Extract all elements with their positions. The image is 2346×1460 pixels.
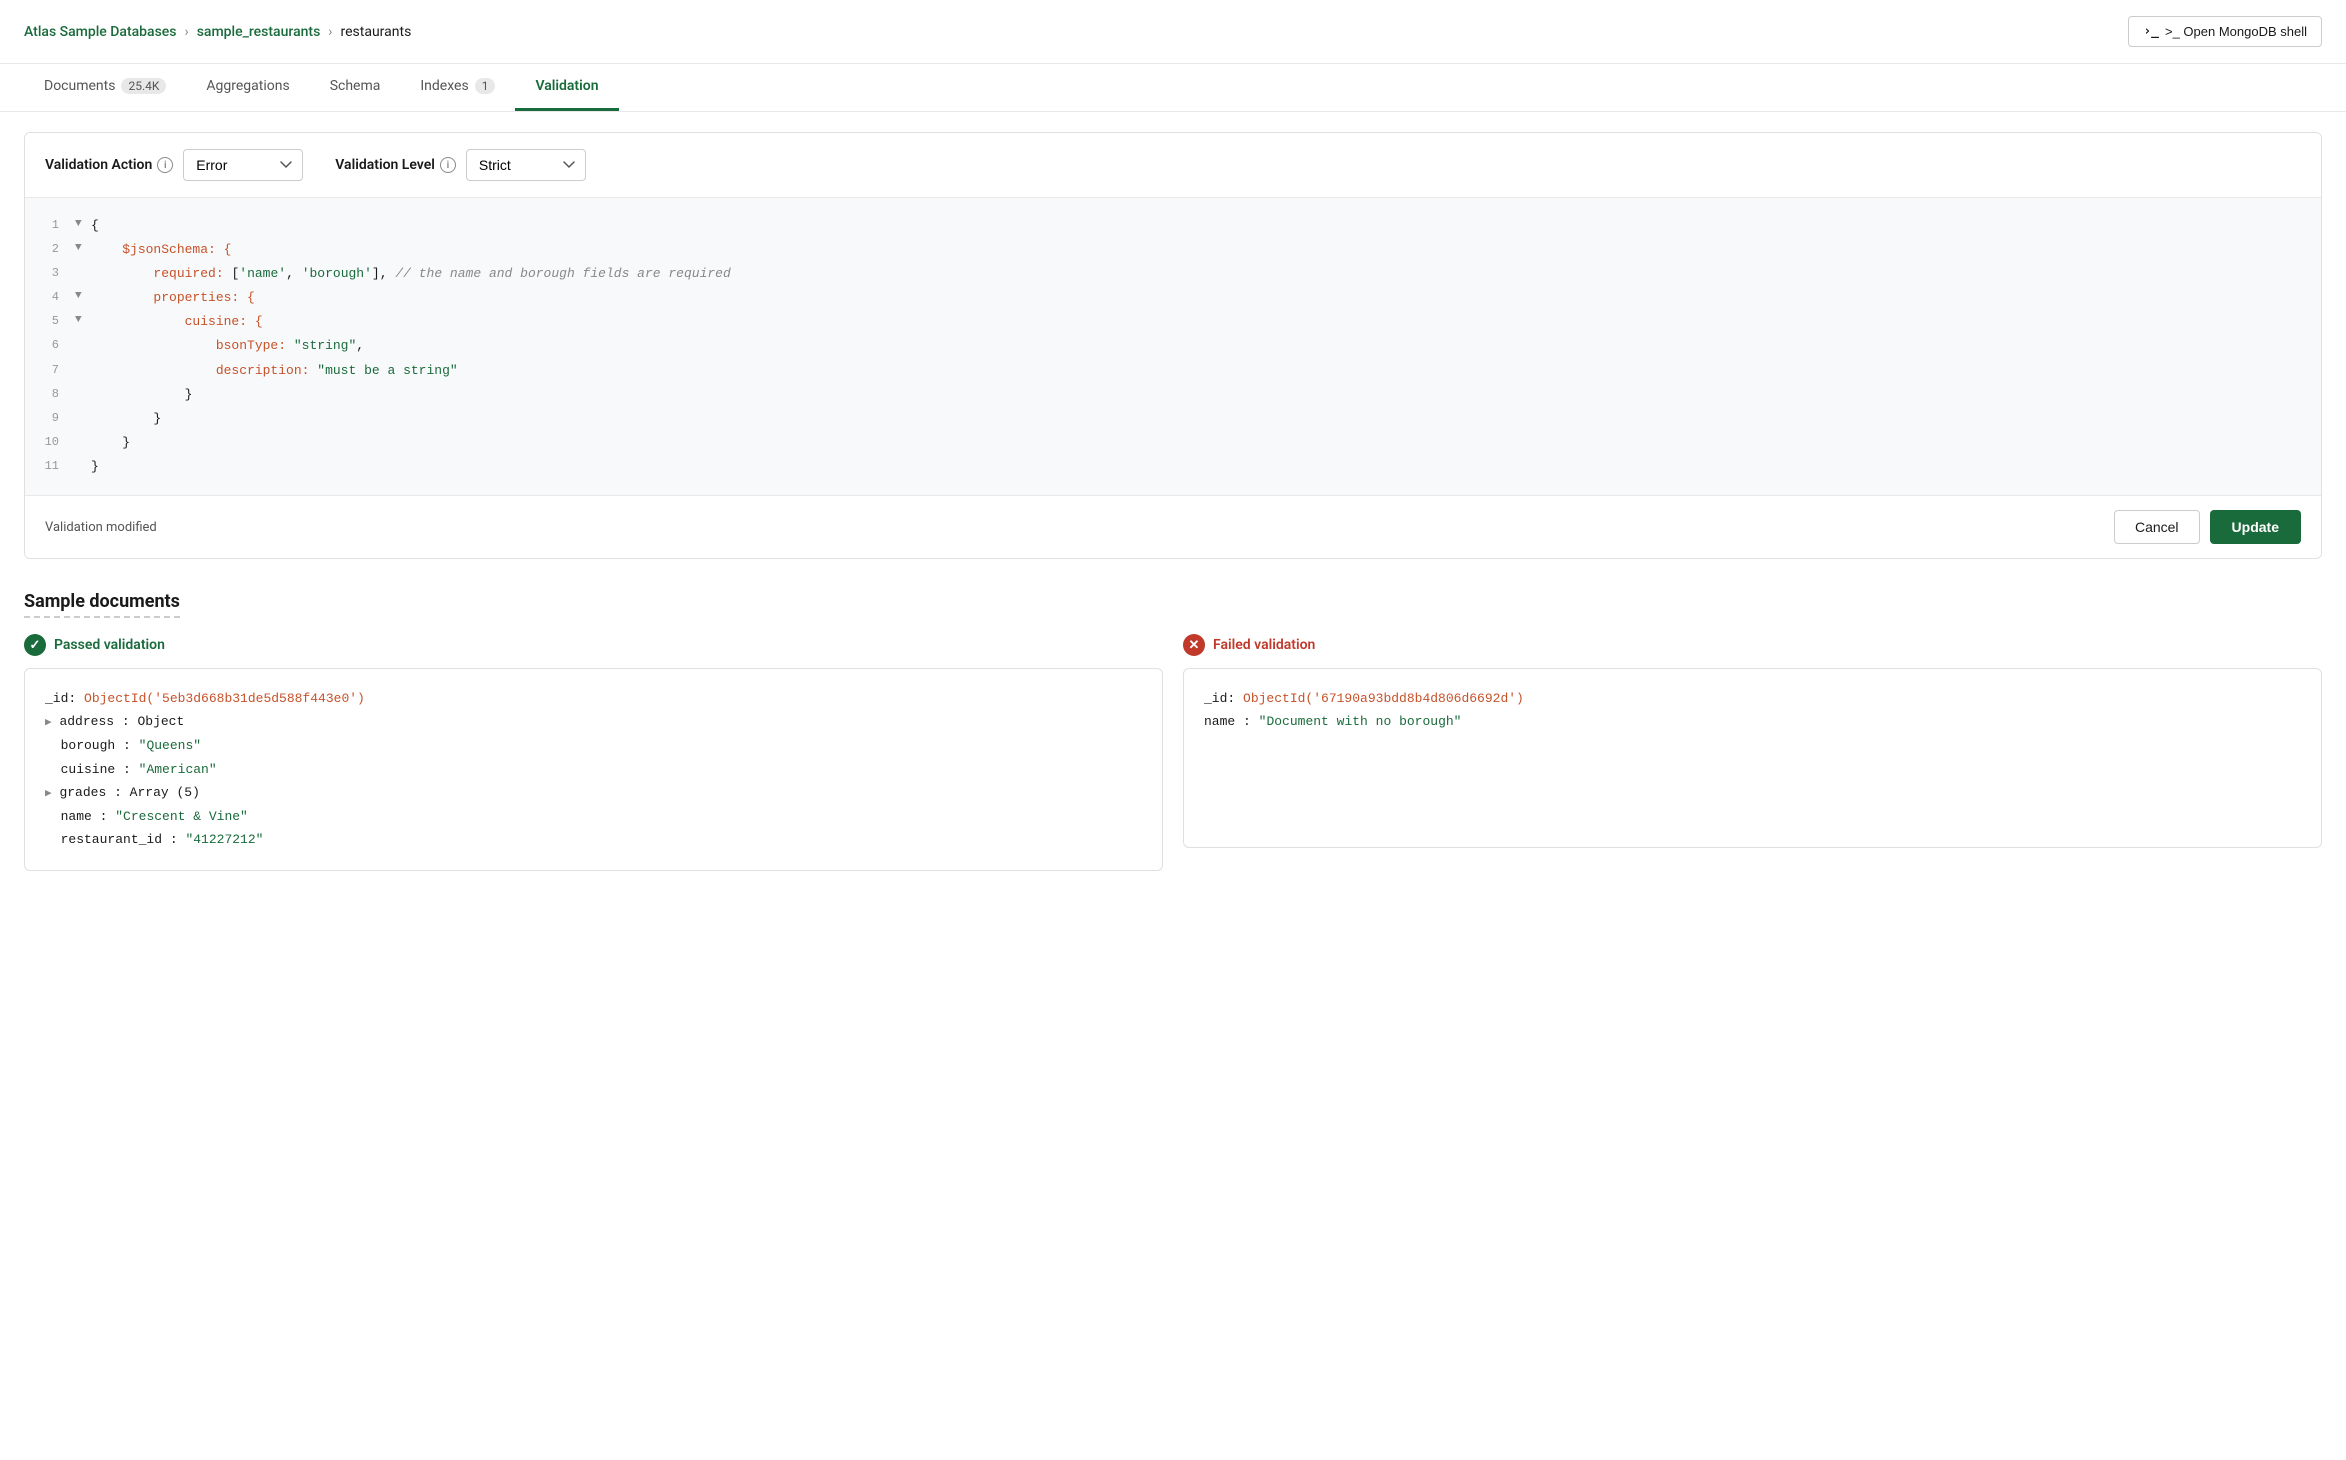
code-line-7: 7 description: "must be a string" bbox=[25, 359, 2321, 383]
sample-documents-title: Sample documents bbox=[24, 591, 180, 618]
line-content-7: description: "must be a string" bbox=[91, 360, 2321, 382]
failed-doc-id: _id: ObjectId('67190a93bdd8b4d806d6692d'… bbox=[1204, 687, 2301, 710]
line-content-2: $jsonSchema: { bbox=[91, 239, 2321, 261]
passed-doc-name: name : "Crescent & Vine" bbox=[45, 805, 1142, 828]
main-content: Validation Action i Error Warn Validatio… bbox=[0, 112, 2346, 891]
tab-indexes-label: Indexes bbox=[420, 78, 468, 94]
sample-documents-section: Sample documents ✓ Passed validation _id… bbox=[24, 591, 2322, 871]
line-num-5: 5 bbox=[25, 311, 75, 331]
footer-buttons: Cancel Update bbox=[2114, 510, 2301, 544]
code-line-2: 2 ▼ $jsonSchema: { bbox=[25, 238, 2321, 262]
code-line-10: 10 } bbox=[25, 431, 2321, 455]
tab-aggregations-label: Aggregations bbox=[206, 78, 289, 94]
line-num-7: 7 bbox=[25, 360, 75, 380]
action-info-icon[interactable]: i bbox=[157, 157, 173, 173]
tabs-bar: Documents 25.4K Aggregations Schema Inde… bbox=[0, 64, 2346, 112]
tab-documents-label: Documents bbox=[44, 78, 115, 94]
update-button[interactable]: Update bbox=[2210, 510, 2301, 544]
action-label: Validation Action i bbox=[45, 157, 173, 173]
failed-label: Failed validation bbox=[1213, 637, 1315, 653]
tab-schema[interactable]: Schema bbox=[310, 64, 401, 111]
level-label: Validation Level i bbox=[335, 157, 456, 173]
breadcrumb-part1[interactable]: Atlas Sample Databases bbox=[24, 24, 176, 40]
action-dropdown[interactable]: Error Warn bbox=[183, 149, 303, 181]
code-line-5: 5 ▼ cuisine: { bbox=[25, 310, 2321, 334]
line-content-4: properties: { bbox=[91, 287, 2321, 309]
breadcrumb-part2[interactable]: sample_restaurants bbox=[197, 24, 321, 40]
breadcrumb-sep2: › bbox=[328, 24, 332, 40]
passed-doc-address: ▶ address : Object bbox=[45, 710, 1142, 734]
breadcrumb-sep1: › bbox=[184, 24, 188, 40]
breadcrumb-part3: restaurants bbox=[341, 24, 412, 40]
tab-indexes[interactable]: Indexes 1 bbox=[400, 64, 515, 111]
failed-doc-name: name : "Document with no borough" bbox=[1204, 710, 2301, 733]
line-content-1: { bbox=[91, 215, 2321, 237]
line-num-2: 2 bbox=[25, 239, 75, 259]
code-line-11: 11 } bbox=[25, 455, 2321, 479]
passed-column: ✓ Passed validation _id: ObjectId('5eb3d… bbox=[24, 634, 1163, 871]
passed-doc-cuisine: cuisine : "American" bbox=[45, 758, 1142, 781]
code-line-3: 3 required: ['name', 'borough'], // the … bbox=[25, 262, 2321, 286]
level-control-group: Validation Level i Strict Moderate Off bbox=[335, 149, 586, 181]
code-line-4: 4 ▼ properties: { bbox=[25, 286, 2321, 310]
line-num-11: 11 bbox=[25, 456, 75, 476]
code-editor[interactable]: 1 ▼ { 2 ▼ $jsonSchema: { 3 required: ['n… bbox=[25, 198, 2321, 495]
code-line-6: 6 bsonType: "string", bbox=[25, 334, 2321, 358]
tab-schema-label: Schema bbox=[330, 78, 381, 94]
line-num-3: 3 bbox=[25, 263, 75, 283]
modified-status: Validation modified bbox=[45, 520, 157, 535]
line-toggle-1[interactable]: ▼ bbox=[75, 215, 91, 234]
tab-documents[interactable]: Documents 25.4K bbox=[24, 64, 186, 111]
failed-doc-card: _id: ObjectId('67190a93bdd8b4d806d6692d'… bbox=[1183, 668, 2322, 848]
failed-x-icon: ✕ bbox=[1183, 634, 1205, 656]
shell-icon: ›_ bbox=[2143, 24, 2159, 39]
open-shell-button[interactable]: ›_ >_ Open MongoDB shell bbox=[2128, 16, 2322, 47]
validation-footer: Validation modified Cancel Update bbox=[25, 495, 2321, 558]
line-num-6: 6 bbox=[25, 335, 75, 355]
passed-doc-id: _id: ObjectId('5eb3d668b31de5d588f443e0'… bbox=[45, 687, 1142, 710]
line-toggle-2[interactable]: ▼ bbox=[75, 239, 91, 258]
line-content-10: } bbox=[91, 432, 2321, 454]
breadcrumb: Atlas Sample Databases › sample_restaura… bbox=[24, 24, 411, 40]
sample-columns: ✓ Passed validation _id: ObjectId('5eb3d… bbox=[24, 634, 2322, 871]
line-content-6: bsonType: "string", bbox=[91, 335, 2321, 357]
passed-label: Passed validation bbox=[54, 637, 165, 653]
validation-controls: Validation Action i Error Warn Validatio… bbox=[25, 133, 2321, 198]
cancel-button[interactable]: Cancel bbox=[2114, 510, 2200, 544]
code-line-8: 8 } bbox=[25, 383, 2321, 407]
action-control-group: Validation Action i Error Warn bbox=[45, 149, 303, 181]
shell-button-label: >_ Open MongoDB shell bbox=[2165, 24, 2307, 39]
tab-aggregations[interactable]: Aggregations bbox=[186, 64, 309, 111]
tab-validation-label: Validation bbox=[535, 78, 598, 94]
line-num-4: 4 bbox=[25, 287, 75, 307]
level-info-icon[interactable]: i bbox=[440, 157, 456, 173]
code-line-9: 9 } bbox=[25, 407, 2321, 431]
line-num-8: 8 bbox=[25, 384, 75, 404]
line-toggle-5[interactable]: ▼ bbox=[75, 311, 91, 330]
passed-header: ✓ Passed validation bbox=[24, 634, 1163, 656]
failed-header: ✕ Failed validation bbox=[1183, 634, 2322, 656]
line-num-1: 1 bbox=[25, 215, 75, 235]
failed-column: ✕ Failed validation _id: ObjectId('67190… bbox=[1183, 634, 2322, 871]
line-toggle-4[interactable]: ▼ bbox=[75, 287, 91, 306]
line-content-5: cuisine: { bbox=[91, 311, 2321, 333]
validation-panel: Validation Action i Error Warn Validatio… bbox=[24, 132, 2322, 559]
code-line-1: 1 ▼ { bbox=[25, 214, 2321, 238]
passed-check-icon: ✓ bbox=[24, 634, 46, 656]
tab-validation[interactable]: Validation bbox=[515, 64, 618, 111]
line-content-3: required: ['name', 'borough'], // the na… bbox=[91, 263, 2321, 285]
passed-doc-card: _id: ObjectId('5eb3d668b31de5d588f443e0'… bbox=[24, 668, 1163, 871]
passed-doc-grades: ▶ grades : Array (5) bbox=[45, 781, 1142, 805]
tab-documents-badge: 25.4K bbox=[121, 78, 166, 94]
passed-doc-restaurant-id: restaurant_id : "41227212" bbox=[45, 828, 1142, 851]
tab-indexes-badge: 1 bbox=[475, 78, 496, 94]
level-dropdown[interactable]: Strict Moderate Off bbox=[466, 149, 586, 181]
line-content-8: } bbox=[91, 384, 2321, 406]
line-num-10: 10 bbox=[25, 432, 75, 452]
line-content-11: } bbox=[91, 456, 2321, 478]
header: Atlas Sample Databases › sample_restaura… bbox=[0, 0, 2346, 64]
passed-doc-borough: borough : "Queens" bbox=[45, 734, 1142, 757]
line-num-9: 9 bbox=[25, 408, 75, 428]
line-content-9: } bbox=[91, 408, 2321, 430]
